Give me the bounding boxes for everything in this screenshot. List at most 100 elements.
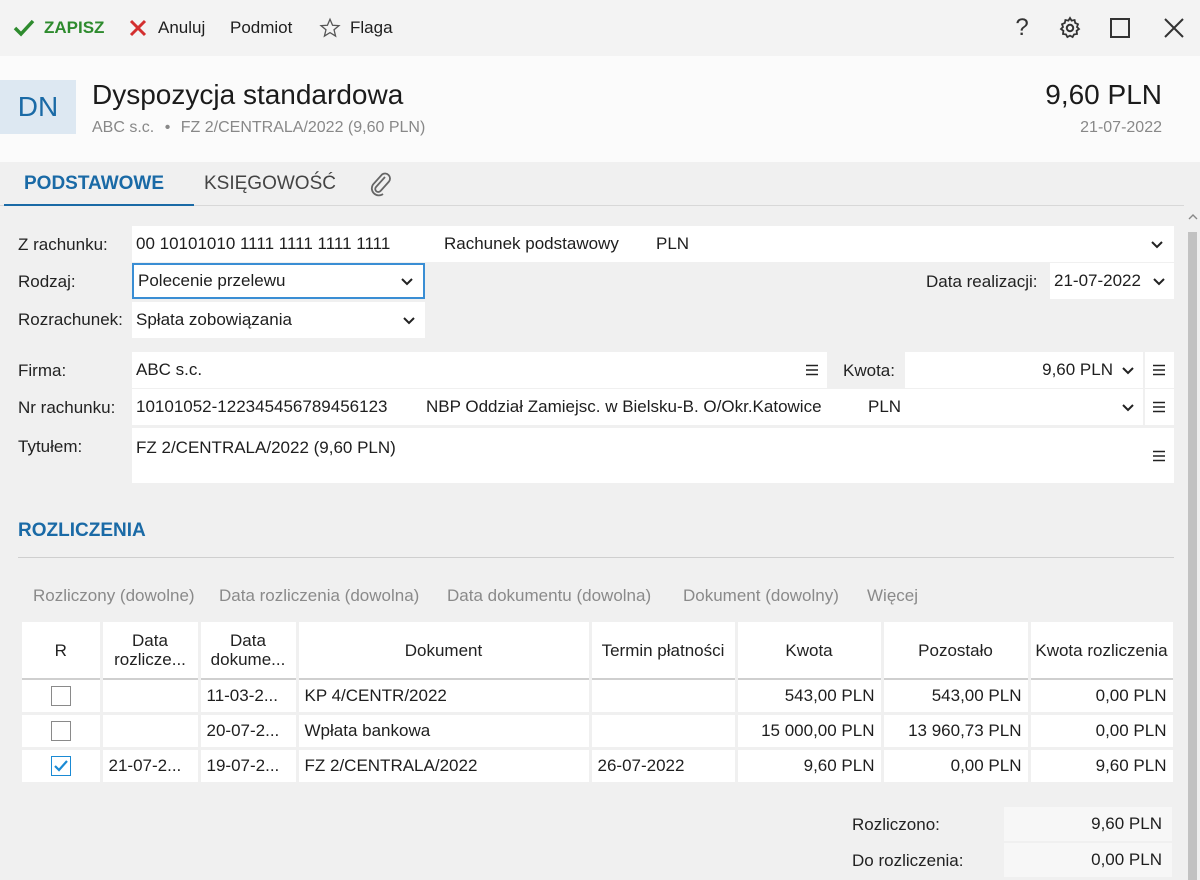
settle-amount-cell[interactable]: 9,60 PLN [1029, 748, 1176, 785]
chevron-down-icon [403, 317, 415, 325]
due-date-cell [590, 679, 738, 715]
title-label: Tytułem: [18, 437, 83, 456]
subtitle-separator: • [164, 119, 171, 136]
maximize-button[interactable] [1104, 12, 1136, 44]
document-subtitle: ABC s.c. • FZ 2/CENTRALA/2022 (9,60 PLN) [92, 119, 425, 137]
header-date: 21-07-2022 [1080, 119, 1162, 136]
document-cell: KP 4/CENTR/2022 [297, 679, 592, 715]
amount-menu-button[interactable] [1145, 352, 1174, 388]
flag-button[interactable]: Flaga [318, 14, 393, 42]
chevron-down-icon [401, 278, 413, 286]
column-header[interactable]: Dokument [297, 622, 592, 680]
help-button[interactable]: ? [1006, 12, 1038, 44]
subject-label: Podmiot [230, 18, 293, 37]
save-button[interactable]: ZAPISZ [12, 14, 104, 42]
checkmark-icon [53, 760, 68, 772]
type-value: Polecenie przelewu [138, 271, 286, 290]
to-settle-label: Do rozliczenia: [852, 851, 964, 870]
column-header[interactable]: R [22, 622, 103, 680]
amount-cell: 543,00 PLN [736, 679, 884, 715]
subject-button[interactable]: Podmiot [230, 14, 292, 42]
tab-bar [0, 162, 1200, 206]
column-header[interactable]: Termin płatności [590, 622, 738, 680]
due-date-cell [590, 713, 738, 750]
filter-more[interactable]: Więcej [867, 586, 918, 606]
bank-name: NBP Oddział Zamiejsc. w Bielsku-B. O/Okr… [426, 397, 822, 416]
help-icon: ? [1015, 14, 1029, 41]
to-settle-value: 0,00 PLN [1004, 843, 1172, 877]
column-header[interactable]: Kwota rozliczenia [1029, 622, 1176, 680]
settings-button[interactable] [1054, 12, 1086, 44]
amount-cell: 15 000,00 PLN [736, 713, 884, 750]
settle-checkbox[interactable] [50, 686, 71, 707]
menu-lines-icon [1153, 401, 1165, 413]
gear-icon [1059, 16, 1081, 39]
cancel-button[interactable]: Anuluj [126, 14, 205, 42]
doc-date-cell: 11-03-2... [199, 679, 299, 715]
exec-date-label: Data realizacji: [926, 272, 1038, 291]
remaining-cell: 13 960,73 PLN [882, 713, 1031, 750]
scrollbar-thumb[interactable] [1188, 232, 1197, 880]
settlement-select[interactable]: Spłata zobowiązania [132, 302, 425, 338]
settle-checkbox[interactable] [50, 721, 71, 742]
filter-settled[interactable]: Rozliczony (dowolne) [33, 586, 195, 606]
menu-lines-icon[interactable] [1152, 450, 1166, 462]
chevron-up-icon [1188, 214, 1198, 220]
from-account-currency: PLN [656, 234, 690, 253]
transfer-title-value: FZ 2/CENTRALA/2022 (9,60 PLN) [136, 438, 396, 457]
star-icon [318, 16, 342, 40]
filter-settle-date[interactable]: Data rozliczenia (dowolna) [219, 586, 419, 606]
column-header[interactable]: Data rozlicze... [101, 622, 201, 680]
table-row[interactable]: 21-07-2... 19-07-2... FZ 2/CENTRALA/2022… [22, 748, 1176, 785]
close-icon [1164, 18, 1184, 38]
close-x-icon [126, 16, 150, 40]
settle-amount-cell[interactable]: 0,00 PLN [1029, 713, 1176, 750]
chevron-down-icon [1122, 367, 1134, 375]
column-header[interactable]: Data dokume... [199, 622, 299, 680]
close-button[interactable] [1158, 12, 1190, 44]
menu-lines-icon [1153, 364, 1165, 376]
table-row[interactable]: 20-07-2... Wpłata bankowa 15 000,00 PLN … [22, 713, 1176, 750]
tab-basic[interactable]: PODSTAWOWE [24, 173, 164, 195]
row-checkbox-cell[interactable] [22, 679, 103, 715]
cancel-label: Anuluj [158, 18, 206, 37]
filter-doc-date[interactable]: Data dokumentu (dowolna) [447, 586, 651, 606]
table-header-row: R Data rozlicze... Data dokume... Dokume… [22, 622, 1176, 680]
settle-amount-cell[interactable]: 0,00 PLN [1029, 679, 1176, 715]
table-row[interactable]: 11-03-2... KP 4/CENTR/2022 543,00 PLN 54… [22, 679, 1176, 715]
row-checkbox-cell[interactable] [22, 713, 103, 750]
row-checkbox-cell[interactable] [22, 748, 103, 785]
menu-lines-icon[interactable] [805, 364, 819, 376]
column-header[interactable]: Pozostało [882, 622, 1031, 680]
tab-accounting[interactable]: KSIĘGOWOŚĆ [204, 173, 336, 195]
header-amount: 9,60 PLN [1045, 79, 1162, 110]
company-field[interactable]: ABC s.c. [132, 352, 827, 388]
amount-value: 9,60 PLN [1042, 360, 1113, 379]
amount-field[interactable]: 9,60 PLN [905, 352, 1143, 388]
chevron-down-icon [1153, 278, 1165, 286]
amount-label: Kwota: [843, 361, 895, 380]
amount-cell: 9,60 PLN [736, 748, 884, 785]
chevron-down-icon [1151, 241, 1163, 249]
account-no-select[interactable]: 10101052-122345456789456123 NBP Oddział … [132, 389, 1143, 425]
from-account-select[interactable]: 00 10101010 1111 1111 1111 1111 Rachunek… [132, 226, 1174, 262]
type-select[interactable]: Polecenie przelewu [132, 263, 425, 299]
maximize-icon [1110, 18, 1130, 38]
column-header[interactable]: Kwota [736, 622, 884, 680]
doc-date-cell: 20-07-2... [199, 713, 299, 750]
settle-checkbox-checked[interactable] [50, 756, 71, 777]
remaining-cell: 0,00 PLN [882, 748, 1031, 785]
document-cell: Wpłata bankowa [297, 713, 592, 750]
filter-document[interactable]: Dokument (dowolny) [683, 586, 839, 606]
transfer-title-textarea[interactable]: FZ 2/CENTRALA/2022 (9,60 PLN) [132, 428, 1174, 483]
settlement-value: Spłata zobowiązania [136, 310, 292, 329]
settle-date-cell: 21-07-2... [101, 748, 201, 785]
page-title: Dyspozycja standardowa [92, 79, 404, 110]
account-menu-button[interactable] [1145, 389, 1174, 425]
exec-date-value: 21-07-2022 [1054, 271, 1141, 290]
from-account-number: 00 10101010 1111 1111 1111 1111 [136, 234, 391, 253]
settlement-label: Rozrachunek: [18, 310, 123, 329]
exec-date-picker[interactable]: 21-07-2022 [1050, 263, 1174, 299]
tab-attachments[interactable] [368, 170, 394, 204]
scroll-up-button[interactable] [1186, 210, 1200, 224]
